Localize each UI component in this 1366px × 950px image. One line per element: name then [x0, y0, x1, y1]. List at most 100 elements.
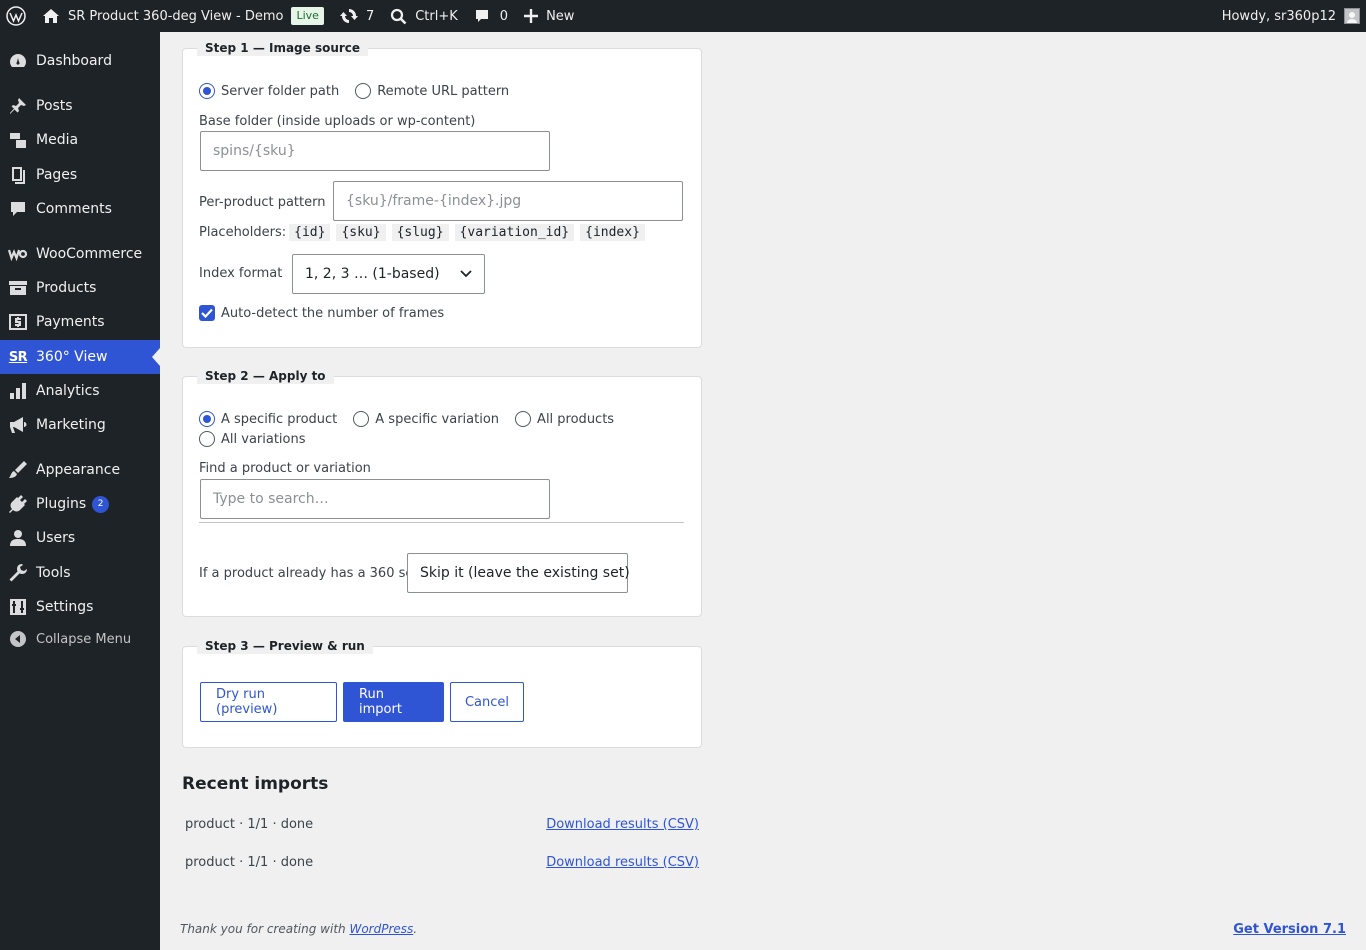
run-import-button[interactable]: Run import — [343, 682, 444, 722]
sidebar-item-pages[interactable]: Pages — [0, 158, 160, 192]
sidebar-item-marketing[interactable]: Marketing — [0, 408, 160, 442]
sidebar-item-label: Dashboard — [36, 53, 112, 69]
dashboard-gauge-icon — [8, 51, 28, 71]
sidebar-item-comments[interactable]: Comments — [0, 192, 160, 226]
apply-to-radio-group-row2: All variations — [199, 431, 322, 447]
avatar — [1344, 8, 1360, 24]
cancel-button[interactable]: Cancel — [450, 682, 524, 722]
sidebar-item-label: Analytics — [36, 383, 100, 399]
footer-thanks-suffix: . — [413, 922, 418, 936]
placeholder-chip: {slug} — [391, 224, 449, 241]
comments-link[interactable]: 0 — [466, 0, 516, 32]
all-variations-radio[interactable] — [199, 431, 215, 447]
step1-legend: Step 1 — Image source — [197, 40, 369, 56]
sidebar-item-media[interactable]: Media — [0, 123, 160, 157]
my-account-link[interactable]: Howdy, sr360p12 — [1214, 0, 1366, 32]
placeholder-chip: {sku} — [336, 224, 386, 241]
list-item: product · 1/1 · done Download results (C… — [185, 855, 699, 870]
dry-run-button[interactable]: Dry run (preview) — [200, 682, 337, 722]
pattern-label: Per-product pattern — [199, 195, 326, 210]
comment-bubble-icon — [474, 8, 490, 24]
all-products-radio-label[interactable]: All products — [537, 412, 614, 427]
sidebar-item-analytics[interactable]: Analytics — [0, 374, 160, 408]
remote-url-radio[interactable] — [355, 83, 372, 99]
sidebar-item-label: Users — [36, 530, 76, 546]
specific-product-radio-label[interactable]: A specific product — [221, 412, 337, 427]
plugins-update-badge: 2 — [92, 495, 110, 513]
updates-count: 7 — [365, 8, 375, 24]
sidebar-item-label: Media — [36, 132, 79, 148]
updates-link[interactable]: 7 — [332, 0, 382, 32]
site-name: SR Product 360-deg View - Demo — [68, 8, 284, 24]
footer-thanks-prefix: Thank you for creating with — [180, 922, 350, 936]
sr-logo-icon: SR — [8, 349, 28, 365]
placeholders-label: Placeholders: — [199, 225, 287, 240]
sidebar-item-posts[interactable]: Posts — [0, 89, 160, 123]
sidebar-item-woocommerce[interactable]: WooCommerce — [0, 237, 160, 271]
get-version-link[interactable]: Get Version 7.1 — [1233, 922, 1346, 937]
pages-icon — [8, 165, 28, 185]
sidebar-item-plugins[interactable]: Plugins 2 — [0, 487, 160, 521]
sidebar-item-products[interactable]: Products — [0, 271, 160, 305]
wordpress-link[interactable]: WordPress — [349, 922, 413, 936]
sidebar-item-label: Appearance — [36, 462, 121, 478]
index-format-select[interactable]: 1, 2, 3 … (1-based) — [292, 254, 485, 294]
recent-imports-title: Recent imports — [182, 774, 329, 794]
sidebar-item-label: 360° View — [36, 349, 108, 365]
admin-bar: SR Product 360-deg View - Demo Live 7 Ct… — [0, 0, 1366, 32]
list-item: product · 1/1 · done Download results (C… — [185, 817, 699, 832]
existing-set-select[interactable]: Skip it (leave the existing set) — [407, 553, 630, 593]
placeholder-chip: {variation_id} — [454, 224, 575, 241]
specific-product-radio[interactable] — [199, 411, 215, 427]
sidebar-item-label: Pages — [36, 167, 78, 183]
find-product-input[interactable]: Type to search… — [200, 479, 550, 519]
placeholder-chip: {index} — [580, 224, 645, 241]
admin-sidebar: Dashboard Posts Media Pages Comments Woo… — [0, 32, 160, 950]
autodetect-label[interactable]: Auto-detect the number of frames — [221, 306, 444, 321]
wordpress-logo-icon[interactable] — [0, 0, 34, 32]
plugin-icon — [8, 494, 28, 514]
collapse-arrow-icon — [8, 629, 28, 649]
download-results-link[interactable]: Download results (CSV) — [546, 855, 699, 870]
sidebar-item-appearance[interactable]: Appearance — [0, 453, 160, 487]
server-folder-radio-label[interactable]: Server folder path — [221, 84, 339, 99]
media-icon — [8, 130, 28, 150]
sidebar-item-payments[interactable]: Payments — [0, 305, 160, 339]
sidebar-item-label: Posts — [36, 98, 73, 114]
sidebar-item-label: Comments — [36, 201, 112, 217]
sidebar-item-settings[interactable]: Settings — [0, 590, 160, 624]
sidebar-item-360-view[interactable]: SR 360° View — [0, 340, 160, 374]
sidebar-item-users[interactable]: Users — [0, 521, 160, 555]
payments-dollar-icon — [8, 312, 28, 332]
collapse-menu-button[interactable]: Collapse Menu — [0, 622, 160, 656]
command-palette-link[interactable]: Ctrl+K — [382, 0, 466, 32]
site-name-link[interactable]: SR Product 360-deg View - Demo Live — [34, 0, 332, 32]
sidebar-item-label: Collapse Menu — [36, 631, 132, 647]
autodetect-row: Auto-detect the number of frames — [199, 305, 444, 321]
sidebar-item-label: Settings — [36, 599, 94, 615]
specific-variation-radio-label[interactable]: A specific variation — [375, 412, 499, 427]
download-results-link[interactable]: Download results (CSV) — [546, 817, 699, 832]
sidebar-item-label: Tools — [36, 565, 71, 581]
all-products-radio[interactable] — [515, 411, 532, 427]
comment-icon — [8, 199, 28, 219]
paintbrush-icon — [8, 460, 28, 480]
refresh-icon — [339, 7, 358, 25]
import-status: product · 1/1 · done — [185, 855, 314, 870]
new-content-link[interactable]: New — [516, 0, 582, 32]
all-variations-radio-label[interactable]: All variations — [221, 432, 306, 447]
plus-icon — [524, 9, 539, 23]
sidebar-item-tools[interactable]: Tools — [0, 556, 160, 590]
base-folder-label: Base folder (inside uploads or wp-conten… — [199, 114, 476, 129]
search-shortcut: Ctrl+K — [415, 8, 458, 24]
step2-legend: Step 2 — Apply to — [197, 368, 334, 384]
pattern-input[interactable]: {sku}/frame-{index}.jpg — [333, 181, 683, 221]
remote-url-radio-label[interactable]: Remote URL pattern — [377, 84, 509, 99]
existing-set-value: Skip it (leave the existing set) — [420, 565, 630, 581]
server-folder-radio[interactable] — [199, 83, 215, 99]
specific-variation-radio[interactable] — [353, 411, 370, 427]
base-folder-input[interactable]: spins/{sku} — [200, 131, 550, 171]
index-format-label: Index format — [199, 266, 283, 281]
sidebar-item-dashboard[interactable]: Dashboard — [0, 44, 160, 78]
autodetect-checkbox[interactable] — [199, 305, 215, 321]
